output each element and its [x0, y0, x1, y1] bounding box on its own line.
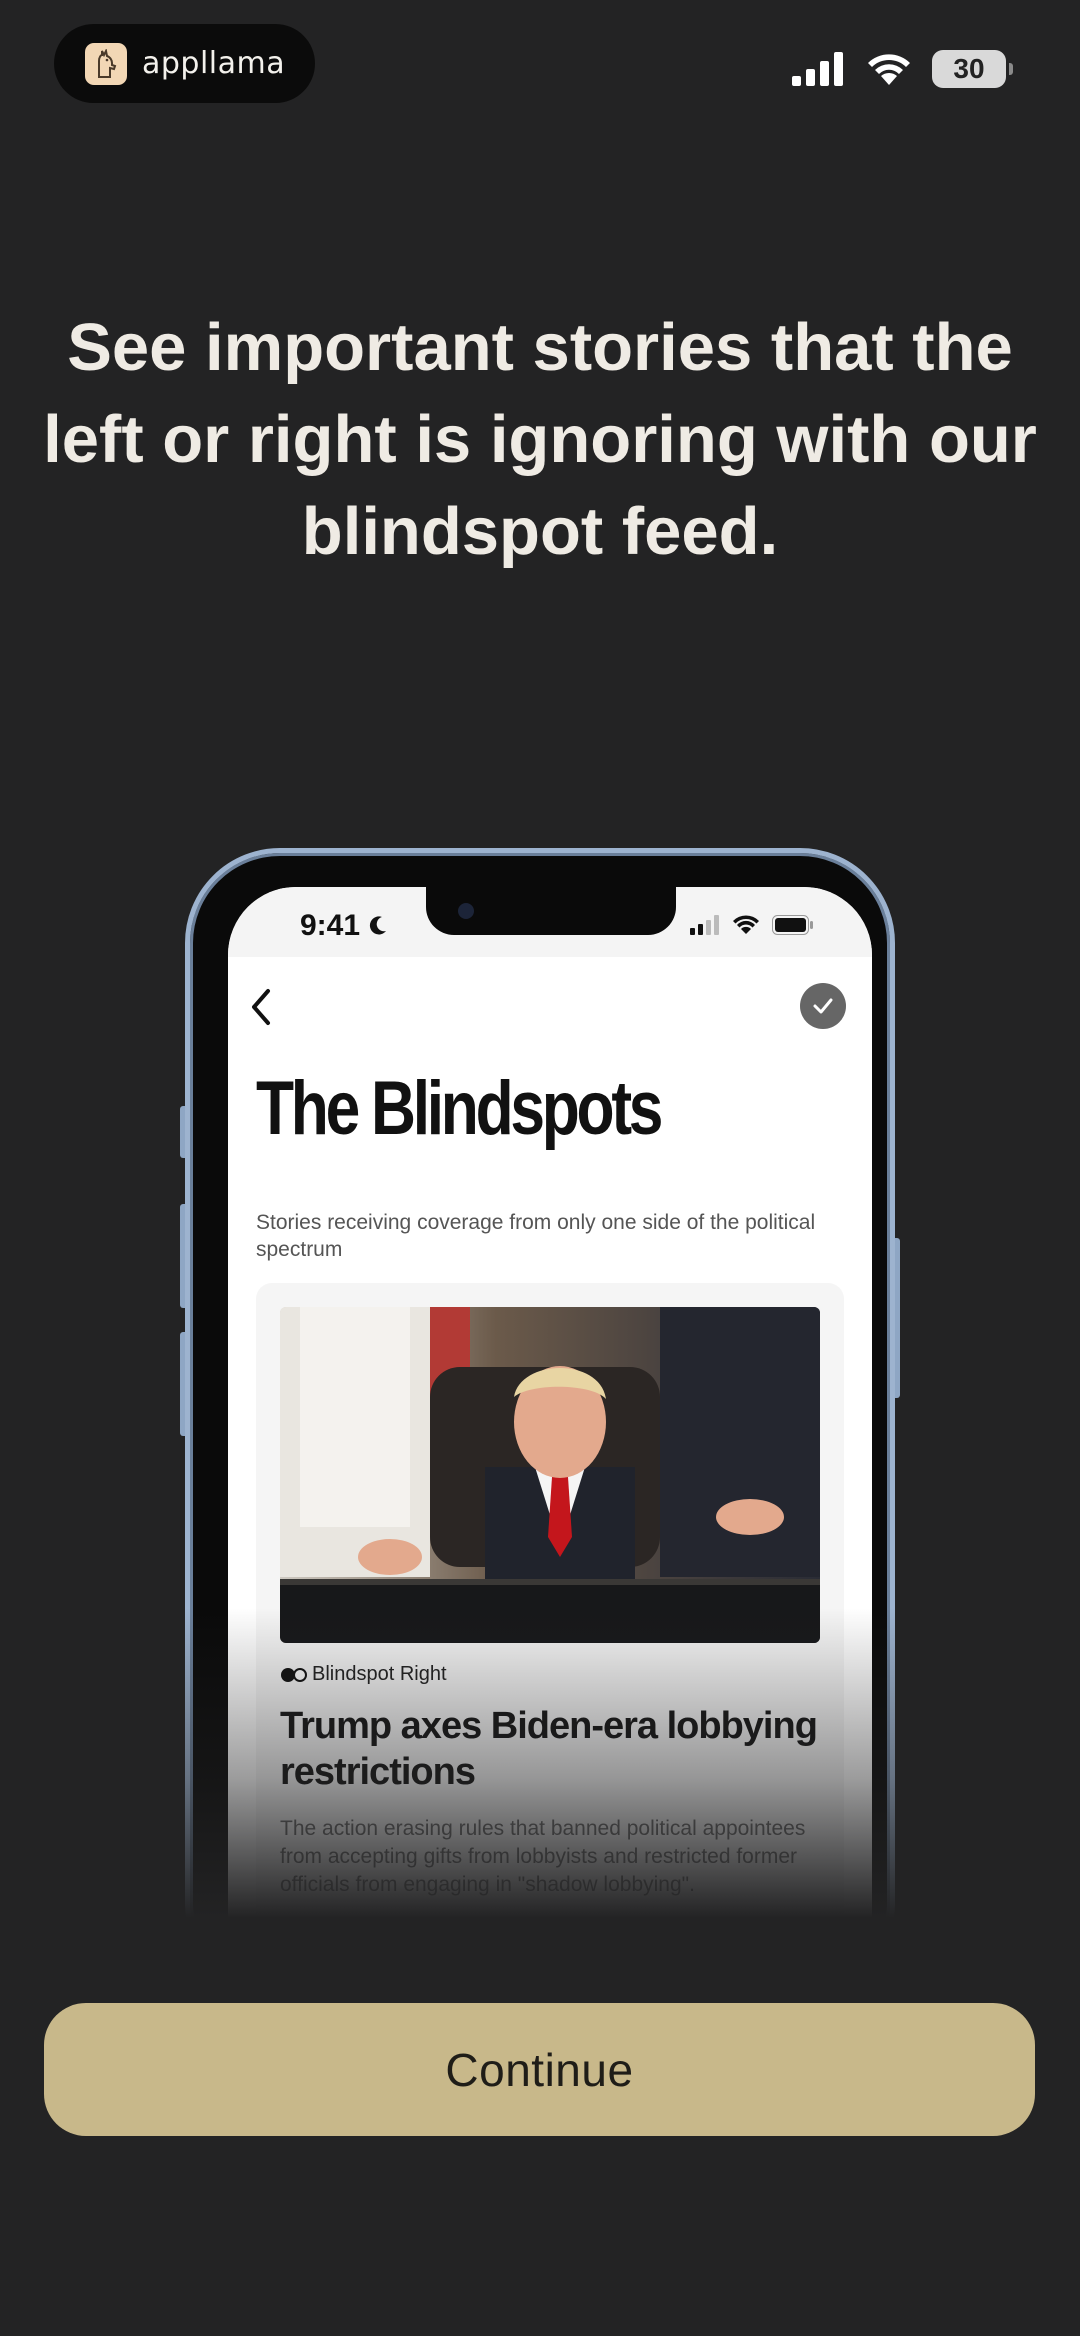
phone-frame: 9:41 The Blindspots Stories receiving co…	[185, 848, 895, 1918]
story-headline[interactable]: Trump axes Biden-era lobbying restrictio…	[280, 1703, 820, 1795]
blindspot-right-icon	[281, 1667, 307, 1682]
inner-time: 9:41	[300, 909, 388, 943]
wifi-icon	[868, 54, 910, 85]
screen-subtitle: Stories receiving coverage from only one…	[256, 1211, 816, 1261]
status-icons: 30	[792, 50, 1013, 88]
phone-preview: 9:41 The Blindspots Stories receiving co…	[180, 848, 900, 1918]
back-chevron-icon[interactable]	[250, 987, 274, 1027]
phone-screen: 9:41 The Blindspots Stories receiving co…	[228, 887, 872, 1918]
inner-signal-icon	[690, 915, 719, 935]
moon-icon	[369, 916, 387, 935]
cellular-signal-icon	[792, 52, 843, 86]
app-brand-pill: appllama	[54, 24, 315, 103]
inner-status-icons	[690, 915, 814, 935]
story-image	[280, 1307, 820, 1643]
camera-icon	[458, 903, 474, 919]
story-description: The action erasing rules that banned pol…	[280, 1817, 806, 1896]
inner-battery-icon	[772, 915, 813, 935]
phone-notch	[426, 887, 676, 935]
checkmark-icon[interactable]	[800, 983, 846, 1029]
blindspot-tag-label: Blindspot Right	[312, 1663, 447, 1685]
llama-logo-icon	[85, 42, 127, 85]
battery-icon: 30	[932, 50, 1013, 88]
screen-title: The Blindspots	[256, 1066, 663, 1151]
story-card[interactable]: Blindspot Right Trump axes Biden-era lob…	[256, 1283, 844, 1918]
inner-status-bar: 9:41	[228, 887, 872, 957]
onboarding-headline: See important stories that the left or r…	[43, 310, 1037, 569]
inner-time-text: 9:41	[300, 909, 361, 942]
blindspot-tag: Blindspot Right	[280, 1663, 447, 1686]
app-name: appllama	[142, 46, 286, 81]
inner-wifi-icon	[733, 915, 759, 934]
continue-button[interactable]: Continue	[44, 2003, 1035, 2136]
battery-level: 30	[953, 53, 985, 84]
